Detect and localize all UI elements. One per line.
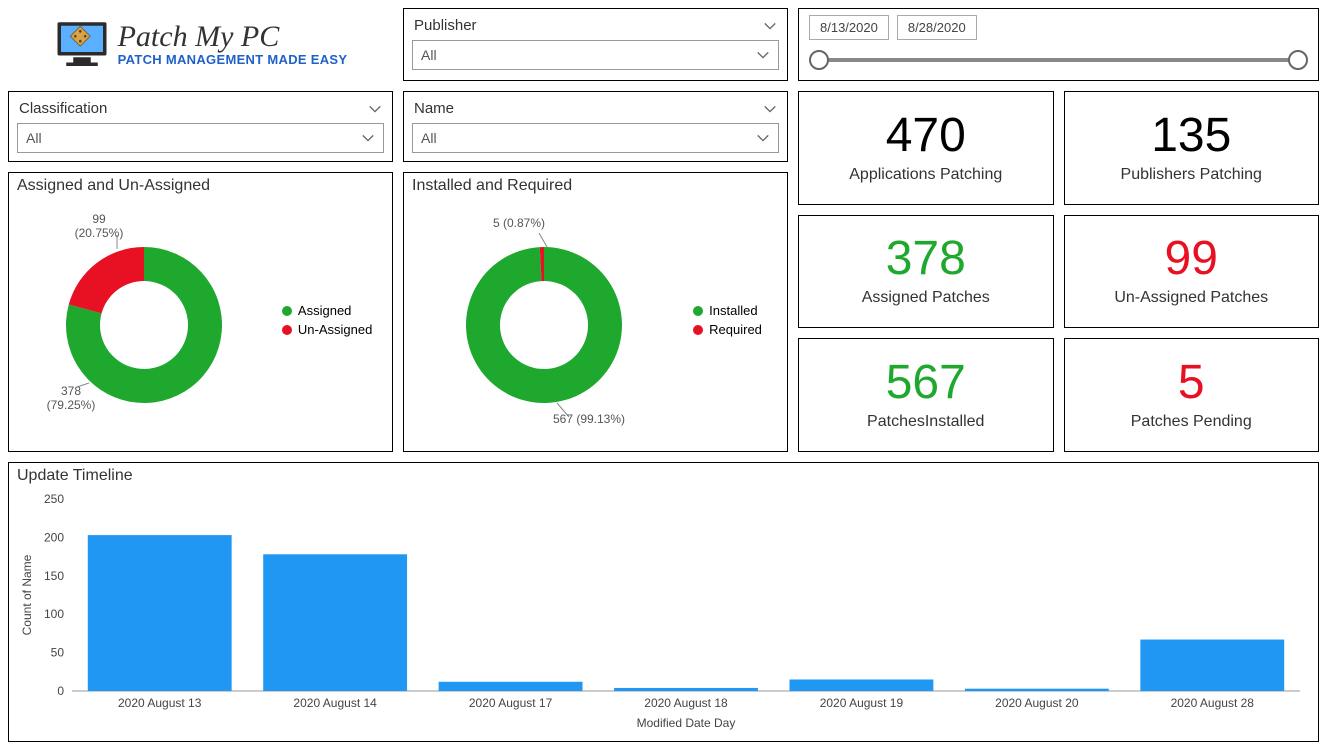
chart-title: Installed and Required <box>412 177 779 195</box>
filter-classification-select[interactable]: All <box>17 123 384 153</box>
slider-handle-end[interactable] <box>1288 50 1308 70</box>
svg-text:2020 August 19: 2020 August 19 <box>820 696 904 710</box>
date-from[interactable]: 8/13/2020 <box>809 15 889 40</box>
svg-text:Modified Date Day: Modified Date Day <box>637 716 736 730</box>
filter-publisher: Publisher All <box>403 8 788 81</box>
svg-text:Count of Name: Count of Name <box>20 554 34 635</box>
timeline-svg: 0 50 100 150 200 250 Count of Name 2020 August … <box>17 489 1310 731</box>
donut-legend: Assigned Un-Assigned <box>282 299 372 341</box>
svg-text:200: 200 <box>44 530 64 544</box>
svg-text:2020 August 17: 2020 August 17 <box>469 696 553 710</box>
filter-publisher-label: Publisher <box>414 17 477 34</box>
svg-text:100: 100 <box>44 607 64 621</box>
chevron-down-icon[interactable] <box>763 102 777 116</box>
chart-title: Assigned and Un-Assigned <box>17 177 384 195</box>
date-range-slider: 8/13/2020 8/28/2020 <box>798 8 1319 81</box>
svg-text:250: 250 <box>44 492 64 506</box>
filter-name: Name All <box>403 91 788 162</box>
filter-classification-label: Classification <box>19 100 107 117</box>
svg-text:2020 August 18: 2020 August 18 <box>644 696 728 710</box>
svg-text:0: 0 <box>57 684 64 698</box>
svg-text:567 (99.13%): 567 (99.13%) <box>553 412 625 426</box>
donut-legend: Installed Required <box>693 299 762 341</box>
chevron-down-icon <box>756 131 770 145</box>
kpi-patches-pending[interactable]: 5 Patches Pending <box>1064 338 1320 452</box>
chevron-down-icon <box>756 48 770 62</box>
svg-text:(20.75%): (20.75%) <box>74 226 123 240</box>
filter-name-select[interactable]: All <box>412 123 779 153</box>
svg-text:2020 August 28: 2020 August 28 <box>1171 696 1255 710</box>
svg-text:99: 99 <box>92 212 106 226</box>
svg-text:(79.25%): (79.25%) <box>46 398 95 412</box>
svg-text:2020 August 13: 2020 August 13 <box>118 696 202 710</box>
chart-installed-required[interactable]: Installed and Required 5 (0.87%) 567 (99.… <box>403 172 788 452</box>
svg-text:50: 50 <box>51 646 65 660</box>
chart-assigned-unassigned[interactable]: Assigned and Un-Assigned 99(20.75%) 378(7… <box>8 172 393 452</box>
kpi-apps-patching[interactable]: 470 Applications Patching <box>798 91 1054 205</box>
kpi-assigned-patches[interactable]: 378 Assigned Patches <box>798 215 1054 329</box>
monitor-icon <box>54 17 110 73</box>
chevron-down-icon[interactable] <box>763 19 777 33</box>
brand-tagline: PATCH MANAGEMENT MADE EASY <box>118 52 348 67</box>
slider-track[interactable] <box>809 46 1308 74</box>
svg-text:2020 August 14: 2020 August 14 <box>293 696 377 710</box>
chart-title: Update Timeline <box>17 467 1310 485</box>
date-to[interactable]: 8/28/2020 <box>897 15 977 40</box>
kpi-patches-installed[interactable]: 567 PatchesInstalled <box>798 338 1054 452</box>
svg-text:5 (0.87%): 5 (0.87%) <box>493 216 545 230</box>
donut-assigned-svg: 99(20.75%) 378(79.25%) <box>29 205 259 435</box>
chevron-down-icon <box>361 131 375 145</box>
chevron-down-icon[interactable] <box>368 102 382 116</box>
slider-handle-start[interactable] <box>809 50 829 70</box>
brand-logo: Patch My PC PATCH MANAGEMENT MADE EASY <box>8 8 393 81</box>
donut-installed-svg: 5 (0.87%) 567 (99.13%) <box>429 205 659 435</box>
svg-text:150: 150 <box>44 569 64 583</box>
chart-update-timeline[interactable]: Update Timeline 0 50 100 150 200 250 Count of … <box>8 462 1319 742</box>
brand-name: Patch My PC <box>118 22 348 52</box>
filter-publisher-select[interactable]: All <box>412 40 779 70</box>
svg-text:378: 378 <box>61 384 81 398</box>
filter-classification: Classification All <box>8 91 393 162</box>
kpi-grid: 470 Applications Patching 135 Publishers… <box>798 91 1319 452</box>
svg-text:2020 August 20: 2020 August 20 <box>995 696 1079 710</box>
filter-name-label: Name <box>414 100 454 117</box>
kpi-unassigned-patches[interactable]: 99 Un-Assigned Patches <box>1064 215 1320 329</box>
kpi-publishers-patching[interactable]: 135 Publishers Patching <box>1064 91 1320 205</box>
